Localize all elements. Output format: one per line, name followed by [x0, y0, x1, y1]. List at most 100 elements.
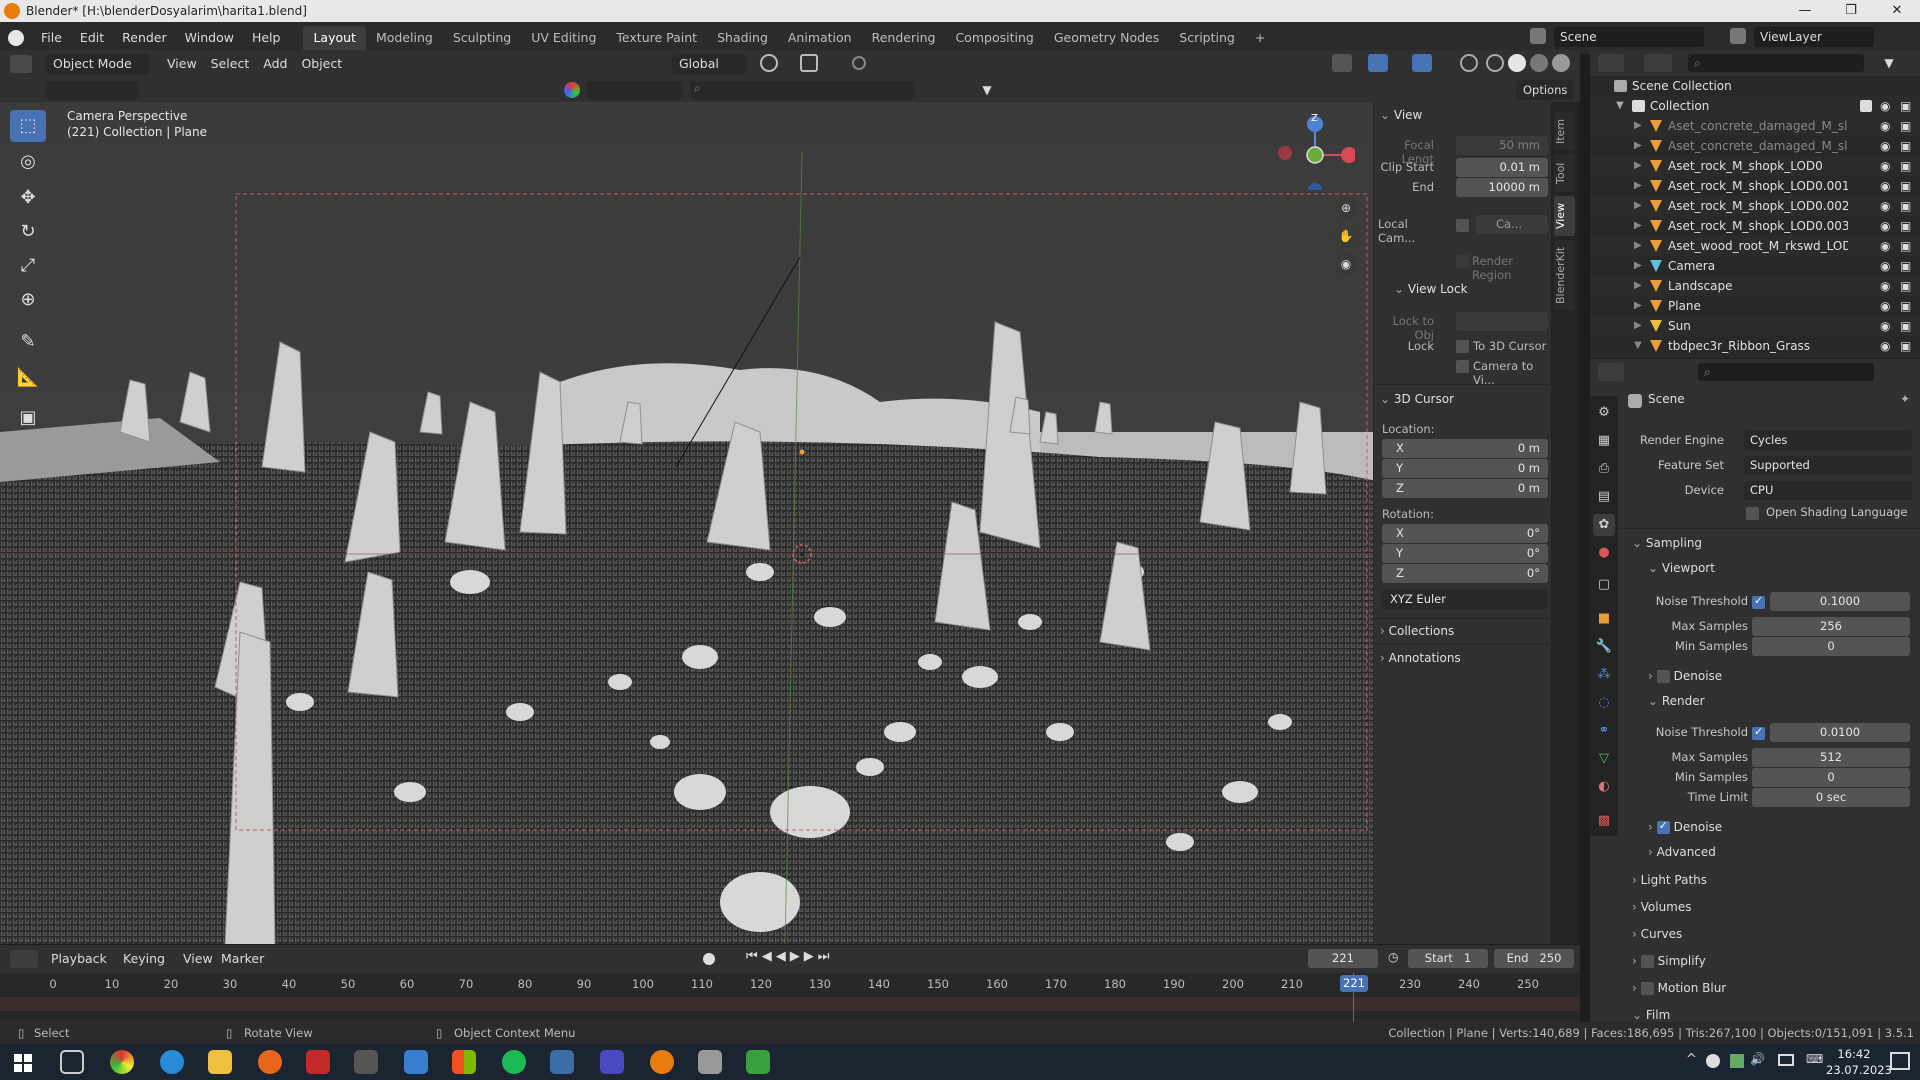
mixer-app-icon[interactable] — [354, 1050, 378, 1074]
local-camera-checkbox[interactable] — [1456, 219, 1469, 232]
notepad-icon[interactable] — [746, 1050, 770, 1074]
proportional-edit-icon[interactable] — [852, 56, 866, 70]
vp-denoise-checkbox[interactable] — [1656, 670, 1670, 683]
windows-start-icon[interactable] — [14, 1054, 32, 1072]
expand-icon[interactable]: ▶ — [1634, 316, 1642, 336]
display-mode-icon[interactable] — [1644, 54, 1672, 72]
eye-icon[interactable]: ◉ — [1880, 196, 1890, 216]
pen-app-icon[interactable] — [600, 1050, 624, 1074]
close-button[interactable]: ✕ — [1874, 0, 1920, 22]
tab-item[interactable]: Item — [1554, 112, 1575, 150]
tray-app-icon[interactable] — [1706, 1054, 1720, 1068]
vp-min-samples-field[interactable]: 0 — [1752, 637, 1910, 656]
time-limit-field[interactable]: 0 sec — [1752, 788, 1910, 807]
cursor-rotation-y[interactable]: Y 0° — [1382, 544, 1548, 563]
rotate-tool[interactable]: ↻ — [10, 216, 46, 248]
motion-blur-checkbox[interactable] — [1640, 982, 1654, 995]
object-tab-icon[interactable]: ■ — [1593, 608, 1615, 630]
view-layer-tab-icon[interactable]: ▤ — [1593, 486, 1615, 508]
expand-icon[interactable]: ▶ — [1634, 216, 1642, 236]
chrome-icon[interactable] — [110, 1050, 134, 1074]
taskbar-clock[interactable]: 16:42 23.07.2023 — [1826, 1046, 1892, 1078]
mode-selector[interactable]: Object Mode — [46, 54, 150, 74]
local-camera-field[interactable]: Ca... — [1476, 215, 1548, 234]
filter-icon[interactable]: ▼ — [978, 81, 996, 99]
tab-scripting[interactable]: Scripting — [1169, 26, 1245, 50]
outliner-item[interactable]: ▶ Aset_rock_M_shopk_LOD0.001 ◉ ▣ — [1590, 176, 1920, 196]
eye-icon[interactable]: ◉ — [1880, 176, 1890, 196]
auto-keying-icon[interactable] — [703, 953, 715, 965]
eye-icon[interactable]: ◉ — [1880, 216, 1890, 236]
expand-icon[interactable]: ▶ — [1634, 256, 1642, 276]
scene-tab-icon[interactable]: ✿ — [1593, 514, 1615, 536]
tab-tool[interactable]: Tool — [1554, 154, 1575, 192]
advanced-header[interactable]: › Advanced — [1648, 845, 1716, 859]
modifier-tab-icon[interactable]: 🔧 — [1593, 636, 1615, 658]
properties-editor-type-icon[interactable] — [1598, 363, 1624, 381]
view-section-header[interactable]: ⌄ View — [1380, 108, 1545, 122]
file-explorer-icon[interactable] — [208, 1050, 232, 1074]
printer-app-icon[interactable] — [698, 1050, 722, 1074]
outliner-item[interactable]: ▶ Aset_rock_M_shopk_LOD0 ◉ ▣ — [1590, 156, 1920, 176]
overlays-toggle-icon[interactable] — [1412, 54, 1432, 72]
collection-tab-icon[interactable]: ▢ — [1593, 574, 1615, 596]
expand-icon[interactable]: ▶ — [1634, 136, 1642, 156]
outliner-item[interactable]: ▶ Sun ◉ ▣ — [1590, 316, 1920, 336]
lock-to-object-field[interactable] — [1456, 312, 1548, 331]
filter-icon[interactable]: ▼ — [1880, 54, 1898, 72]
menu-window[interactable]: Window — [176, 26, 243, 50]
eye-icon[interactable]: ◉ — [1880, 316, 1890, 336]
outliner-search-input[interactable]: ⌕ — [1688, 54, 1864, 72]
film-header[interactable]: ⌄ Film — [1632, 1008, 1670, 1022]
outliner-item[interactable]: ▶ Camera ◉ ▣ — [1590, 256, 1920, 276]
viewport-search-input[interactable]: ⌕ — [690, 81, 914, 99]
material-tab-icon[interactable]: ◐ — [1593, 776, 1615, 798]
pan-hand-icon[interactable]: ✋ — [1334, 224, 1358, 248]
rotation-mode-dropdown[interactable]: XYZ Euler — [1382, 590, 1548, 609]
clip-end-field[interactable]: 10000 m — [1456, 178, 1548, 197]
camera-render-icon[interactable]: ▣ — [1900, 236, 1911, 256]
menu-help[interactable]: Help — [243, 26, 290, 50]
menu-playback[interactable]: Playback — [44, 949, 114, 969]
playback-controls[interactable]: ⏮◀◀▶▶⏭ — [746, 949, 833, 964]
render-region-checkbox[interactable] — [1456, 255, 1469, 268]
zoom-icon[interactable]: ⊕ — [1334, 196, 1358, 220]
language-icon[interactable]: ⌨ — [1806, 1052, 1823, 1066]
shading-solid-icon[interactable] — [1508, 54, 1526, 72]
eye-icon[interactable]: ◉ — [1880, 276, 1890, 296]
camera-render-icon[interactable]: ▣ — [1900, 156, 1911, 176]
texture-tab-icon[interactable]: ▩ — [1593, 810, 1615, 832]
r-max-samples-field[interactable]: 512 — [1752, 748, 1910, 767]
selection-mode-buttons[interactable] — [46, 81, 138, 99]
outliner-scene-collection[interactable]: Scene Collection — [1590, 76, 1920, 96]
maximize-button[interactable]: ❐ — [1828, 0, 1874, 22]
tab-texture-paint[interactable]: Texture Paint — [606, 26, 707, 50]
expand-icon[interactable]: ▶ — [1634, 176, 1642, 196]
3d-cursor-section-header[interactable]: ⌄ 3D Cursor — [1380, 392, 1545, 406]
cursor-location-z[interactable]: Z0 m — [1382, 479, 1548, 498]
camera-render-icon[interactable]: ▣ — [1900, 276, 1911, 296]
curves-header[interactable]: › Curves — [1632, 927, 1682, 941]
camera-render-icon[interactable]: ▣ — [1900, 96, 1911, 116]
eye-icon[interactable]: ◉ — [1880, 336, 1890, 356]
menu-marker[interactable]: Marker — [214, 949, 271, 969]
outliner-item[interactable]: ▶ Aset_wood_root_M_rkswd_LOD0 ◉ ▣ — [1590, 236, 1920, 256]
camera-render-icon[interactable]: ▣ — [1900, 216, 1911, 236]
light-paths-header[interactable]: › Light Paths — [1632, 873, 1707, 887]
lock-to-cursor-checkbox[interactable] — [1456, 340, 1469, 353]
3d-viewport[interactable]: Camera Perspective (221) Collection | Pl… — [0, 102, 1565, 944]
outliner-item[interactable]: ▶ Plane ◉ ▣ — [1590, 296, 1920, 316]
color-wheel-icon[interactable] — [564, 82, 580, 98]
measure-tool[interactable]: 📐 — [10, 362, 46, 394]
outliner-editor-type-icon[interactable] — [1598, 54, 1624, 72]
eye-icon[interactable]: ◉ — [1880, 296, 1890, 316]
cursor-tool[interactable]: ◎ — [10, 146, 46, 178]
move-tool[interactable]: ✥ — [10, 182, 46, 214]
pivot-icon[interactable] — [760, 54, 778, 72]
add-cube-tool[interactable]: ▣ — [10, 402, 46, 434]
tab-shading[interactable]: Shading — [707, 26, 778, 50]
blender-menu-icon[interactable] — [8, 30, 24, 46]
task-view-icon[interactable] — [60, 1050, 84, 1074]
shading-material-icon[interactable] — [1530, 54, 1548, 72]
r-noise-threshold-field[interactable]: 0.0100 — [1770, 723, 1910, 742]
